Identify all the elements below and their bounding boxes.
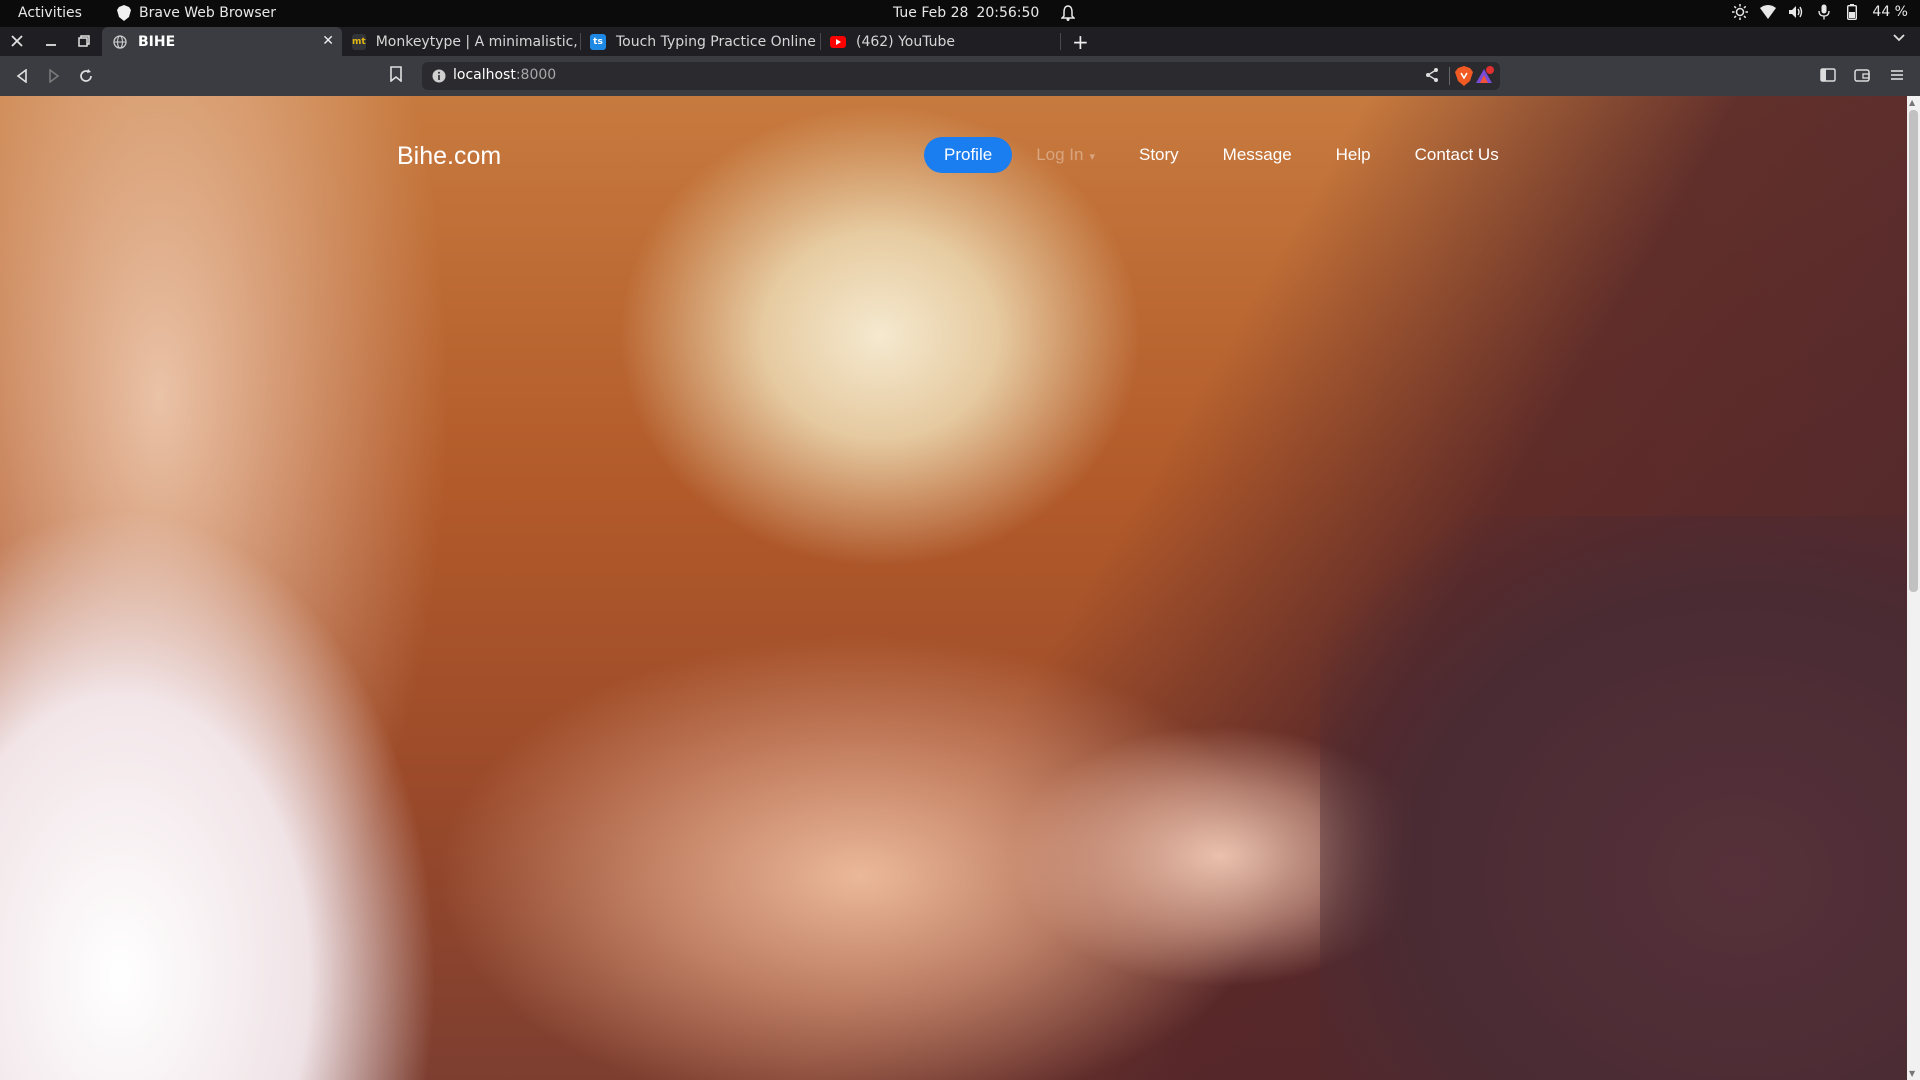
bookmark-icon[interactable] xyxy=(390,66,402,86)
clock-time: 20:56:50 xyxy=(976,5,1040,21)
site-logo[interactable]: Bihe.com xyxy=(397,142,501,171)
scroll-down-arrow-icon[interactable]: ▼ xyxy=(1909,1069,1915,1078)
nav-login-dropdown[interactable]: Log In ▾ xyxy=(1016,137,1115,173)
url-host: localhost xyxy=(453,67,516,83)
window-minimize-icon[interactable] xyxy=(42,32,60,50)
browser-tab-strip: BIHE ✕ mt Monkeytype | A minimalistic, c… xyxy=(0,27,1920,56)
alarm-bell-icon xyxy=(1061,5,1076,21)
tab-monkeytype[interactable]: mt Monkeytype | A minimalistic, c xyxy=(342,27,578,56)
nav-story[interactable]: Story xyxy=(1119,137,1199,173)
nav-help[interactable]: Help xyxy=(1316,137,1391,173)
tab-title: Touch Typing Practice Online xyxy=(616,33,816,50)
wallet-icon[interactable] xyxy=(1854,67,1870,87)
chevron-down-icon: ▾ xyxy=(1089,151,1095,163)
microphone-icon xyxy=(1816,3,1832,21)
nav-message[interactable]: Message xyxy=(1203,137,1312,173)
activities-button[interactable]: Activities xyxy=(18,5,82,21)
new-tab-plus-icon[interactable]: + xyxy=(1072,30,1089,54)
reload-icon[interactable] xyxy=(76,66,96,86)
tab-title: Monkeytype | A minimalistic, c xyxy=(375,33,578,50)
address-divider xyxy=(1449,67,1450,85)
scrollbar-thumb[interactable] xyxy=(1909,110,1918,592)
globe-icon xyxy=(112,34,128,50)
hamburger-menu-icon[interactable] xyxy=(1890,67,1904,86)
clock-date: Tue Feb 28 xyxy=(893,5,969,21)
site-info-icon[interactable] xyxy=(432,68,446,87)
app-menu[interactable]: Brave Web Browser xyxy=(117,5,276,21)
url-port: :8000 xyxy=(515,67,557,83)
battery-icon xyxy=(1844,3,1860,21)
clock[interactable]: Tue Feb 28 20:56:50 xyxy=(893,5,1076,21)
window-restore-icon[interactable] xyxy=(75,32,93,50)
address-bar[interactable]: localhost:8000 xyxy=(422,62,1500,90)
tab-title: BIHE xyxy=(138,33,176,50)
brightness-icon xyxy=(1732,3,1749,21)
web-page: Bihe.com Profile Log In ▾ Story Message H… xyxy=(0,96,1920,1080)
tab-typing-practice[interactable]: ts Touch Typing Practice Online xyxy=(580,27,820,56)
youtube-icon xyxy=(830,34,846,50)
brave-rewards-icon[interactable] xyxy=(1474,66,1494,90)
share-icon[interactable] xyxy=(1424,67,1440,87)
nav-contact-us[interactable]: Contact Us xyxy=(1395,137,1519,173)
volume-icon xyxy=(1788,3,1804,21)
tab-close-icon[interactable]: ✕ xyxy=(322,33,334,49)
nav-login-label: Log In xyxy=(1036,145,1084,164)
tab-search-chevron-icon[interactable] xyxy=(1892,31,1906,47)
tab-divider xyxy=(1060,33,1061,50)
brave-lion-icon xyxy=(117,5,131,21)
hero-photo-suit-sleeve xyxy=(1320,516,1920,1080)
scroll-up-arrow-icon[interactable]: ▲ xyxy=(1909,98,1915,107)
system-top-bar: Activities Brave Web Browser Tue Feb 28 … xyxy=(0,0,1920,27)
typing-site-favicon-icon: ts xyxy=(590,33,606,50)
tab-title: (462) YouTube xyxy=(856,33,956,50)
monkeytype-favicon-icon: mt xyxy=(352,33,366,50)
window-close-icon[interactable] xyxy=(8,32,26,50)
url-text: localhost:8000 xyxy=(453,67,556,83)
back-icon[interactable] xyxy=(12,66,32,86)
page-scrollbar[interactable]: ▲ ▼ xyxy=(1907,96,1920,1080)
battery-percent: 44 % xyxy=(1872,4,1908,20)
sidebar-toggle-icon[interactable] xyxy=(1820,67,1836,87)
site-navigation: Profile Log In ▾ Story Message Help Conta… xyxy=(924,137,1523,173)
system-tray[interactable]: 44 % xyxy=(1732,3,1908,21)
wifi-icon xyxy=(1760,3,1777,21)
browser-toolbar: localhost:8000 xyxy=(0,56,1920,96)
tab-youtube[interactable]: (462) YouTube xyxy=(820,27,1060,56)
forward-icon[interactable] xyxy=(44,66,64,86)
app-name: Brave Web Browser xyxy=(139,5,276,21)
brave-shields-icon[interactable] xyxy=(1455,66,1473,90)
tab-bihe[interactable]: BIHE ✕ xyxy=(102,27,342,56)
nav-profile[interactable]: Profile xyxy=(924,137,1013,173)
